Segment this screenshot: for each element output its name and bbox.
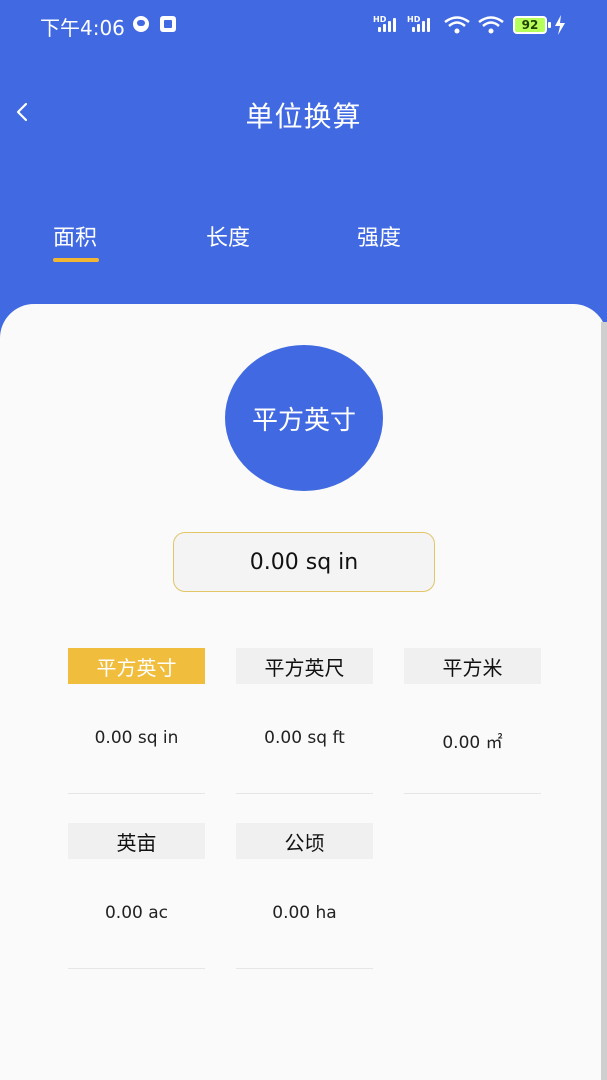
divider [404, 793, 541, 794]
notification-app-icon [160, 16, 176, 32]
unit-grid: 平方英寸 0.00 sq in 平方英尺 0.00 sq ft 平方米 0.00… [0, 648, 607, 988]
divider [68, 968, 205, 969]
signal-icon [410, 18, 434, 32]
battery-icon: 92 [513, 16, 551, 34]
unit-cell-acre[interactable]: 英亩 0.00 ac [68, 823, 205, 969]
value-input-text: 0.00 sq in [249, 549, 359, 575]
unit-label[interactable]: 公顷 [236, 823, 373, 859]
unit-cell-sq-ft[interactable]: 平方英尺 0.00 sq ft [236, 648, 373, 794]
active-tab-indicator [53, 258, 99, 262]
tab-strength[interactable]: 强度 [357, 220, 401, 252]
unit-cell-hectare[interactable]: 公顷 0.00 ha [236, 823, 373, 969]
divider [236, 968, 373, 969]
unit-label[interactable]: 英亩 [68, 823, 205, 859]
unit-cell-sq-in[interactable]: 平方英寸 0.00 sq in [68, 648, 205, 794]
unit-cell-sq-m[interactable]: 平方米 0.00 ㎡ [404, 648, 541, 794]
divider [68, 793, 205, 794]
value-input[interactable]: 0.00 sq in [173, 532, 435, 592]
unit-value: 0.00 ac [104, 903, 169, 923]
unit-label[interactable]: 平方米 [404, 648, 541, 684]
wifi-icon [478, 16, 504, 34]
unit-value: 0.00 ㎡ [442, 733, 503, 753]
page-title: 单位换算 [245, 100, 362, 133]
unit-label[interactable]: 平方英尺 [236, 648, 373, 684]
category-tabs: 面积 长度 强度 [0, 210, 607, 270]
unit-value: 0.00 sq in [94, 728, 179, 748]
notification-app-icon [133, 16, 149, 32]
current-unit-circle[interactable]: 平方英寸 [225, 345, 383, 491]
divider [236, 793, 373, 794]
status-bar: 下午4:06 HD HD 92 [0, 0, 607, 50]
charging-icon [555, 15, 565, 35]
signal-icon [376, 18, 400, 32]
wifi-icon [444, 16, 470, 34]
current-unit-label: 平方英寸 [251, 405, 356, 436]
tab-length[interactable]: 长度 [206, 220, 250, 252]
unit-value: 0.00 ha [272, 903, 337, 923]
unit-label[interactable]: 平方英寸 [68, 648, 205, 684]
tab-area[interactable]: 面积 [53, 220, 97, 252]
unit-value: 0.00 sq ft [264, 728, 345, 748]
status-time: 下午4:06 [40, 16, 125, 40]
